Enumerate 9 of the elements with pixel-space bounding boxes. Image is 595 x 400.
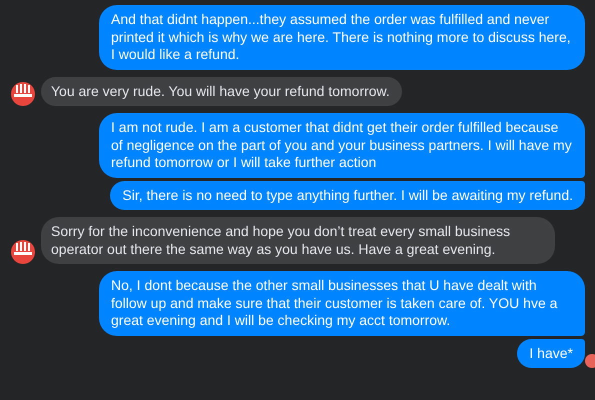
message-bubble: Sir, there is no need to type anything further. I will be awaiting my refund. (110, 180, 585, 210)
avatar-icon (11, 240, 35, 264)
message-bubble: You are very rude. You will have your refund tomorrow. (41, 76, 402, 106)
message-bubble: I have* (517, 338, 585, 368)
message-bubble: I am not rude. I am a customer that didnt get their order fulfilled because of negligence on the part of you and your business partners. I will have my refund tomorrow or I will take further action (99, 113, 585, 178)
avatar-icon (11, 82, 35, 106)
message-bubble: Sorry for the inconvenience and hope you don’t treat every small business operator out there the same way as you have us. Have a great evening. (41, 217, 555, 264)
message-bubble: And that didnt happen...they assumed the order was fulfilled and never printed it which is why we are here. There is nothing more to discuss here, I would like a refund. (99, 5, 585, 70)
message-bubble: No, I dont because the other small businesses that U have dealt with follow up and make sure that their customer is taken care of. YOU hve a great evening and I will be checking my acct tomorrow. (99, 271, 585, 336)
